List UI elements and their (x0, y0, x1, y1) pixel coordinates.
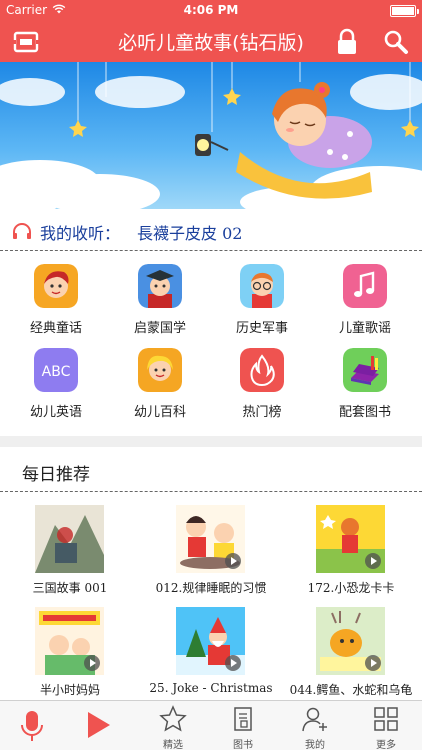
tab-mine[interactable]: 我的 (280, 701, 350, 750)
book-title: 044.鳄鱼、水蛇和乌龟 (289, 683, 413, 697)
category-grid: 经典童话 启蒙国学 历史军事 儿童歌谣 ABC 幼儿英语 幼儿百科 热门榜 配套… (0, 252, 422, 432)
book-title: 25. Joke - Christmas (149, 681, 273, 695)
divider (0, 491, 422, 492)
tab-books[interactable]: 图书 (208, 701, 278, 750)
microphone-icon[interactable] (20, 709, 44, 743)
tab-bar: 精选 图书 我的 更多 (0, 700, 422, 750)
category-songs[interactable]: 儿童歌谣 (315, 252, 415, 336)
category-label: 启蒙国学 (133, 321, 186, 336)
my-listening-label: 我的收听： (40, 224, 121, 243)
tab-featured[interactable]: 精选 (138, 701, 208, 750)
book-item[interactable]: 三国故事 001 (0, 505, 140, 610)
category-hot-list[interactable]: 热门榜 (212, 336, 312, 420)
status-bar: Carrier 4:06 PM (0, 0, 422, 22)
now-listening-title[interactable]: 長襪子皮皮 02 (137, 220, 242, 244)
play-icon[interactable] (84, 655, 100, 671)
play-button[interactable] (88, 712, 110, 738)
my-listening-row[interactable]: 我的收听： 長襪子皮皮 02 (0, 209, 422, 251)
tab-more[interactable]: 更多 (351, 701, 421, 750)
book-item[interactable]: 012.规律睡眠的习惯 (141, 505, 281, 610)
category-history[interactable]: 历史军事 (212, 252, 312, 336)
clock: 4:06 PM (183, 3, 239, 17)
daily-recommend-title: 每日推荐 (22, 465, 90, 485)
category-encyclopedia[interactable]: 幼儿百科 (110, 336, 210, 420)
category-label: 热门榜 (242, 405, 282, 420)
play-icon[interactable] (225, 553, 241, 569)
tab-label: 我的 (305, 740, 325, 750)
book-title: 172.小恐龙卡卡 (307, 581, 395, 595)
book-cover (316, 607, 385, 675)
book-item[interactable]: 044.鳄鱼、水蛇和乌龟 (281, 607, 421, 712)
books-icon (343, 348, 387, 392)
book-item[interactable]: 半小时妈妈 (0, 607, 140, 712)
abc-icon: ABC (34, 348, 78, 392)
app-title: 必听儿童故事(钻石版) (118, 32, 304, 54)
tab-label: 精选 (163, 740, 183, 750)
category-label: 配套图书 (338, 405, 391, 420)
book-cover (176, 607, 245, 675)
history-icon (240, 264, 284, 308)
category-label: 经典童话 (29, 321, 82, 336)
book-item[interactable]: 25. Joke - Christmas (141, 607, 281, 712)
book-cover (316, 505, 385, 573)
nav-bar: Carrier 4:06 PM 必听儿童故事(钻石版) (0, 0, 422, 62)
book-title: 三国故事 001 (32, 581, 108, 595)
grid-icon (374, 707, 398, 731)
book-item[interactable]: 172.小恐龙卡卡 (281, 505, 421, 610)
play-icon[interactable] (365, 655, 381, 671)
book-cover (176, 505, 245, 573)
section-separator (0, 436, 422, 447)
encyclopedia-icon (138, 348, 182, 392)
book-cover (35, 607, 104, 675)
fire-icon (240, 348, 284, 392)
book-icon (234, 707, 252, 731)
category-english[interactable]: ABC 幼儿英语 (6, 336, 106, 420)
music-note-icon (343, 264, 387, 308)
play-icon[interactable] (225, 655, 241, 671)
book-title: 半小时妈妈 (39, 683, 100, 697)
mini-player (0, 701, 140, 750)
user-add-icon (302, 707, 327, 732)
battery-icon (390, 5, 419, 17)
lock-icon[interactable] (333, 28, 361, 56)
banner-illustration (0, 62, 422, 209)
book-title: 012.规律睡眠的习惯 (155, 581, 267, 595)
headphones-icon (13, 223, 31, 239)
category-label: 幼儿百科 (133, 405, 186, 420)
tab-label: 图书 (233, 740, 253, 750)
category-label: 幼儿英语 (29, 405, 82, 420)
tab-label: 更多 (376, 740, 396, 750)
search-icon[interactable] (382, 28, 410, 56)
menu-icon[interactable] (12, 28, 40, 56)
scholar-icon (138, 264, 182, 308)
banner-carousel[interactable] (0, 62, 422, 209)
category-label: 儿童歌谣 (338, 321, 391, 336)
category-label: 历史军事 (235, 321, 288, 336)
svg-text:ABC: ABC (42, 364, 71, 380)
star-icon (159, 705, 187, 732)
play-icon[interactable] (365, 553, 381, 569)
category-classic-fairy-tales[interactable]: 经典童话 (6, 252, 106, 336)
book-cover (35, 505, 104, 573)
fairy-tale-icon (34, 264, 78, 308)
category-enlightenment[interactable]: 启蒙国学 (110, 252, 210, 336)
category-books[interactable]: 配套图书 (315, 336, 415, 420)
